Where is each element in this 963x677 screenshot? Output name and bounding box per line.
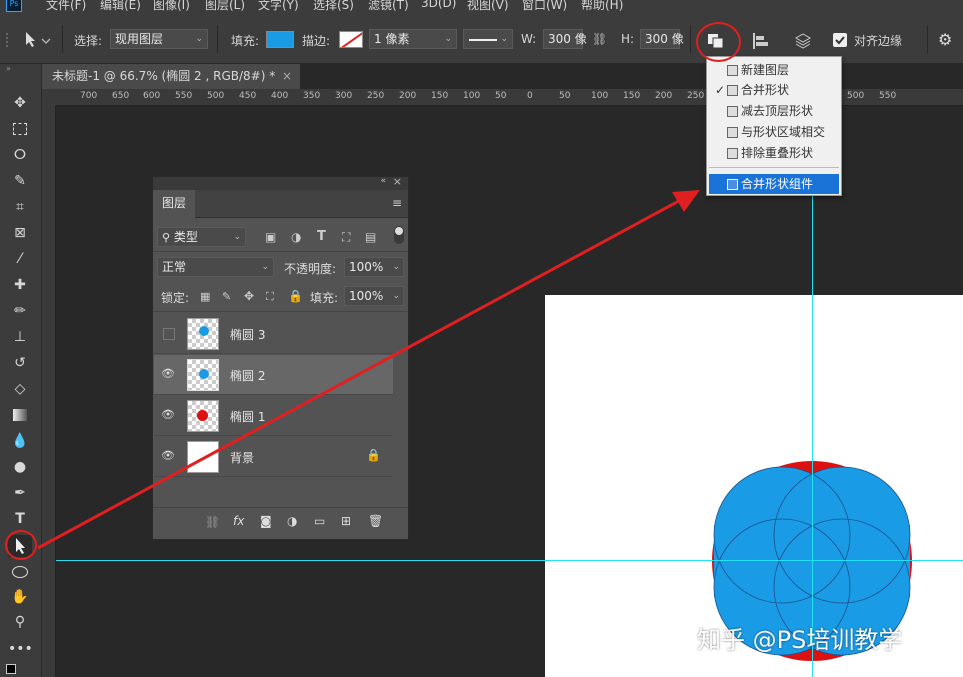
annotation-arrow (37, 190, 700, 550)
annotation-circle-options (696, 22, 741, 62)
watermark: 知乎 @PS培训教学 (697, 626, 903, 654)
annotation-circle-tool (5, 530, 37, 560)
